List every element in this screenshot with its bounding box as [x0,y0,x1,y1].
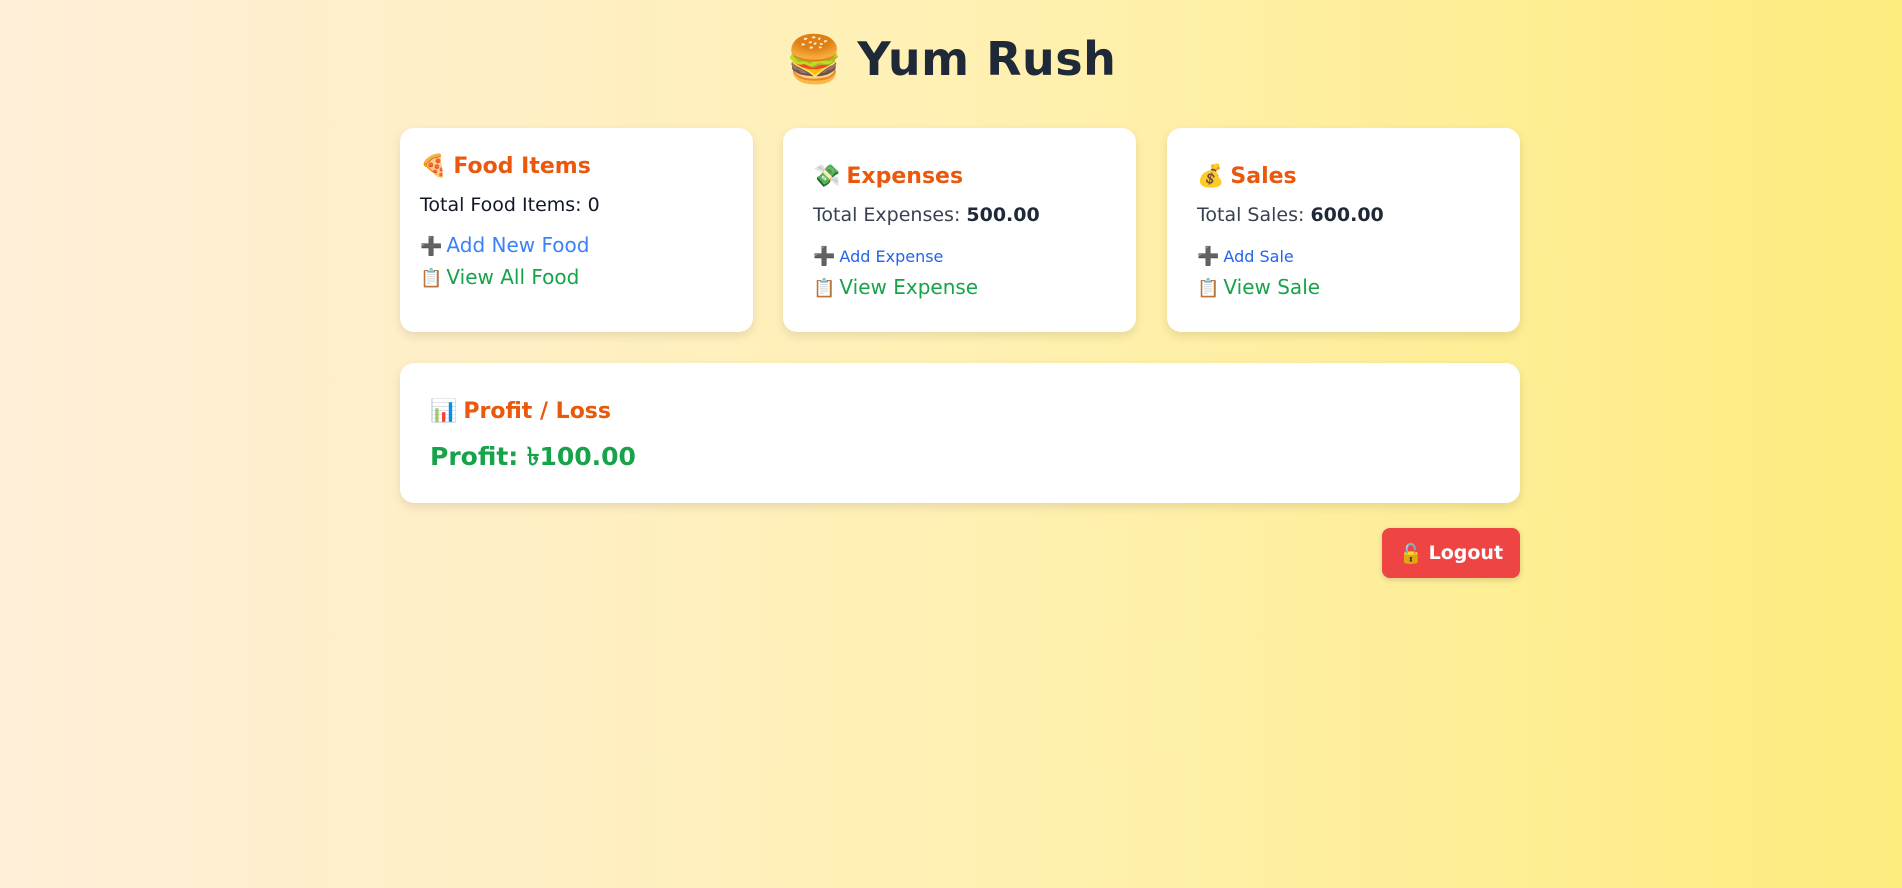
clipboard-icon: 📋 [1197,278,1220,299]
burger-icon: 🍔 [785,32,844,86]
total-sales-value: 600.00 [1310,204,1384,226]
plus-icon: ➕ [1197,246,1220,267]
clipboard-icon: 📋 [813,278,836,299]
logout-button[interactable]: 🔓 Logout [1382,528,1520,578]
total-food-items: Total Food Items: 0 [420,192,733,218]
add-new-food-link[interactable]: ➕ Add New Food [420,233,589,257]
plus-icon: ➕ [813,246,836,267]
clipboard-icon: 📋 [420,268,443,289]
profit-loss-title-text: Profit / Loss [463,399,611,424]
view-all-food-label: View All Food [446,265,580,289]
food-items-title: 🍕 Food Items [420,152,733,182]
view-all-food-link[interactable]: 📋 View All Food [420,265,579,289]
total-expenses: Total Expenses: 500.00 [813,202,1106,228]
money-wings-icon: 💸 [813,164,841,189]
view-expense-label: View Expense [839,275,979,299]
add-sale-link[interactable]: ➕ Add Sale [1197,246,1294,267]
food-items-title-text: Food Items [453,154,591,179]
total-expenses-value: 500.00 [966,204,1040,226]
view-sale-label: View Sale [1223,275,1321,299]
view-sale-link[interactable]: 📋 View Sale [1197,275,1320,299]
profit-loss-card: 📊 Profit / Loss Profit: ৳100.00 [400,363,1520,503]
bar-chart-icon: 📊 [430,399,458,424]
total-sales: Total Sales: 600.00 [1197,202,1490,228]
expenses-card: 💸 Expenses Total Expenses: 500.00 ➕ Add Ex… [783,128,1136,332]
sales-title: 💰 Sales [1197,162,1490,192]
plus-icon: ➕ [420,236,443,257]
expenses-title-text: Expenses [846,164,964,189]
total-food-items-value: 0 [587,194,600,216]
page-title: 🍔 Yum Rush [0,32,1902,87]
add-new-food-label: Add New Food [446,233,590,257]
expenses-title: 💸 Expenses [813,162,1106,192]
profit-loss-title: 📊 Profit / Loss [430,397,1490,427]
food-items-card: 🍕 Food Items Total Food Items: 0 ➕ Add New… [400,128,753,332]
total-expenses-label: Total Expenses: [813,204,967,226]
add-expense-label: Add Expense [839,247,944,266]
app-title-text: Yum Rush [857,32,1117,86]
sales-title-text: Sales [1230,164,1297,189]
money-bag-icon: 💰 [1197,164,1225,189]
logout-label: Logout [1428,542,1504,564]
total-food-items-label: Total Food Items: [420,194,588,216]
pizza-icon: 🍕 [420,154,448,179]
add-sale-label: Add Sale [1223,247,1294,266]
sales-card: 💰 Sales Total Sales: 600.00 ➕ Add Sale 📋 Vi… [1167,128,1520,332]
unlock-icon: 🔓 [1398,542,1423,565]
add-expense-link[interactable]: ➕ Add Expense [813,246,944,267]
view-expense-link[interactable]: 📋 View Expense [813,275,978,299]
total-sales-label: Total Sales: [1197,204,1311,226]
profit-value: Profit: ৳100.00 [430,442,636,471]
